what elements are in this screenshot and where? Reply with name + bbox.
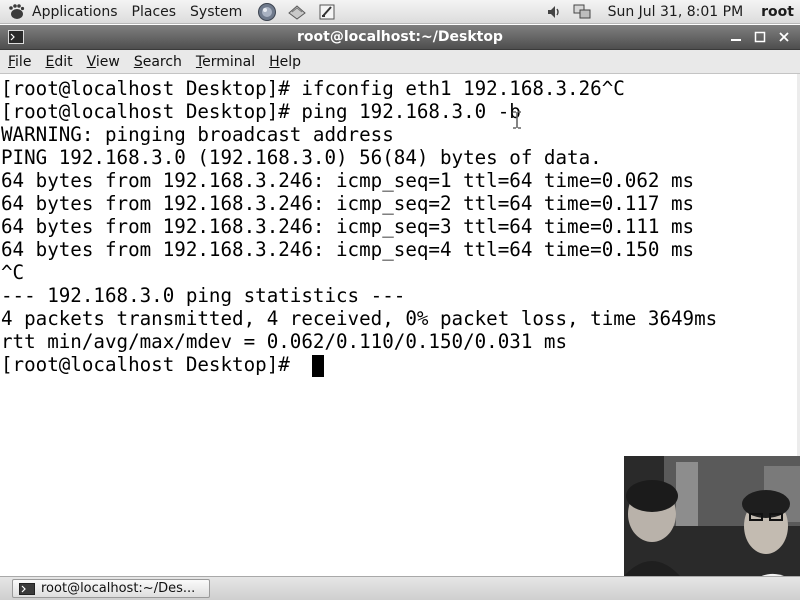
- terminal-line: 64 bytes from 192.168.3.246: icmp_seq=1 …: [1, 169, 695, 192]
- taskbar-terminal-label: root@localhost:~/Des...: [41, 581, 196, 596]
- terminal-line: ^C: [1, 261, 25, 284]
- panel-menu-applications[interactable]: Applications: [32, 4, 118, 20]
- terminal-prompt-line: [root@localhost Desktop]#: [1, 353, 302, 376]
- terminal-menubar: File Edit View Search Terminal Help: [0, 50, 800, 74]
- top-panel: Applications Places System Sun Jul 31, 8…: [0, 0, 800, 24]
- terminal-line: 64 bytes from 192.168.3.246: icmp_seq=3 …: [1, 215, 695, 238]
- window-controls: [722, 29, 794, 45]
- network-icon[interactable]: [572, 2, 592, 22]
- text-cursor: [312, 355, 324, 377]
- terminal-task-icon: [19, 582, 35, 595]
- menu-view[interactable]: View: [87, 54, 120, 70]
- gnome-foot-icon[interactable]: [6, 2, 26, 22]
- close-icon[interactable]: [774, 29, 794, 45]
- window-titlebar[interactable]: root@localhost:~/Desktop: [0, 25, 800, 50]
- panel-clock[interactable]: Sun Jul 31, 8:01 PM: [608, 4, 744, 20]
- menu-search[interactable]: Search: [134, 54, 182, 70]
- terminal-line: [root@localhost Desktop]# ping 192.168.3…: [1, 100, 521, 123]
- minimize-icon[interactable]: [726, 29, 746, 45]
- mouse-ibeam-icon: [512, 111, 522, 129]
- menu-terminal[interactable]: Terminal: [196, 54, 255, 70]
- terminal-line: PING 192.168.3.0 (192.168.3.0) 56(84) by…: [1, 146, 602, 169]
- terminal-line: 4 packets transmitted, 4 received, 0% pa…: [1, 307, 718, 330]
- panel-menu-places[interactable]: Places: [132, 4, 177, 20]
- email-launcher-icon[interactable]: [286, 2, 308, 22]
- menu-edit[interactable]: Edit: [45, 54, 72, 70]
- maximize-icon[interactable]: [750, 29, 770, 45]
- terminal-line: WARNING: pinging broadcast address: [1, 123, 394, 146]
- terminal-line: 64 bytes from 192.168.3.246: icmp_seq=4 …: [1, 238, 695, 261]
- text-editor-launcher-icon[interactable]: [316, 2, 338, 22]
- terminal-line: --- 192.168.3.0 ping statistics ---: [1, 284, 406, 307]
- window-title: root@localhost:~/Desktop: [297, 29, 503, 45]
- terminal-line: 64 bytes from 192.168.3.246: icmp_seq=2 …: [1, 192, 695, 215]
- menu-file[interactable]: File: [8, 54, 31, 70]
- volume-icon[interactable]: [544, 2, 564, 22]
- panel-menu-system[interactable]: System: [190, 4, 242, 20]
- taskbar-terminal-button[interactable]: root@localhost:~/Des...: [12, 579, 210, 598]
- bottom-taskbar: root@localhost:~/Des...: [0, 576, 800, 600]
- terminal-line: [root@localhost Desktop]# ifconfig eth1 …: [1, 77, 625, 100]
- panel-user[interactable]: root: [761, 4, 794, 20]
- web-browser-launcher-icon[interactable]: [256, 2, 278, 22]
- terminal-line: rtt min/avg/max/mdev = 0.062/0.110/0.150…: [1, 330, 568, 353]
- menu-help[interactable]: Help: [269, 54, 301, 70]
